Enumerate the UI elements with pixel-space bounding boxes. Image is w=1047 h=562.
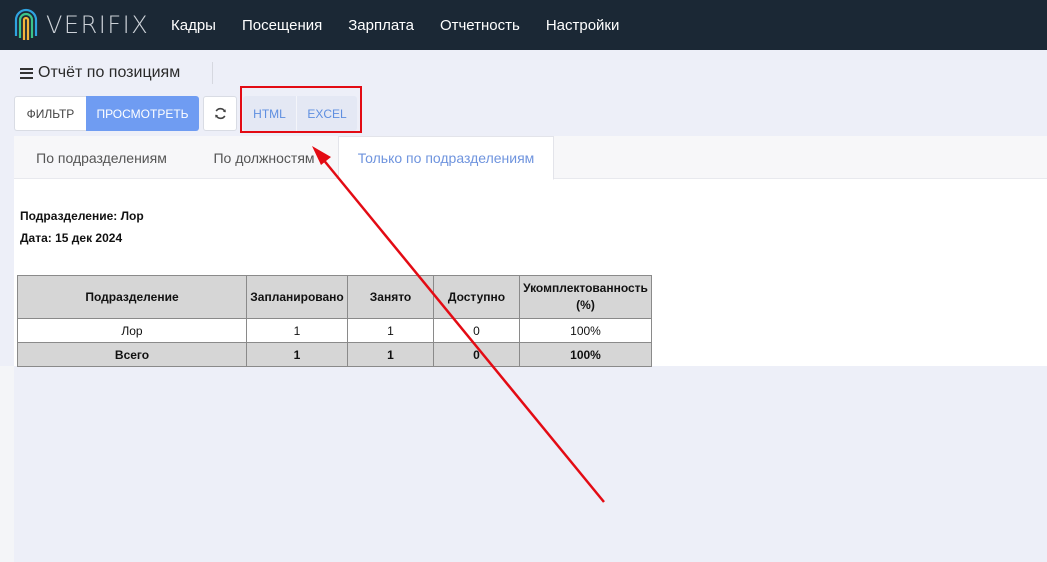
left-gutter xyxy=(0,366,14,562)
report-table: Подразделение Запланировано Занято Досту… xyxy=(17,275,652,367)
brand-logo[interactable]: VERIFIX xyxy=(12,6,149,44)
nav-item-attendance[interactable]: Посещения xyxy=(229,17,335,34)
filter-button[interactable]: ФИЛЬТР xyxy=(14,96,86,131)
table-cell: Всего xyxy=(17,342,247,367)
table-cell: 100% xyxy=(519,342,652,367)
table-cell: 1 xyxy=(246,342,348,367)
action-button-group: ФИЛЬТР ПРОСМОТРЕТЬ xyxy=(14,96,199,131)
top-navbar: VERIFIX Кадры Посещения Зарплата Отчетно… xyxy=(0,0,1047,50)
page-title-group: Отчёт по позициям xyxy=(20,64,180,82)
tab-by-divisions[interactable]: По подразделениям xyxy=(14,136,189,179)
report-content: По подразделениям По должностям Только п… xyxy=(14,136,1047,367)
page-title: Отчёт по позициям xyxy=(38,64,181,81)
brand-name: VERIFIX xyxy=(46,11,150,39)
report-tabs: По подразделениям По должностям Только п… xyxy=(14,136,1047,180)
table-cell: 1 xyxy=(347,342,434,367)
table-cell: 1 xyxy=(347,318,434,343)
refresh-button[interactable] xyxy=(203,96,237,131)
annotation-highlight-box xyxy=(240,86,362,133)
nav-item-reports[interactable]: Отчетность xyxy=(427,17,533,34)
main-nav: Кадры Посещения Зарплата Отчетность Наст… xyxy=(158,0,632,50)
fingerprint-logo-icon xyxy=(14,8,38,40)
column-header: Занято xyxy=(347,275,434,319)
report-date-line: Дата: 15 дек 2024 xyxy=(20,231,123,245)
nav-item-hr[interactable]: Кадры xyxy=(158,17,229,34)
view-button[interactable]: ПРОСМОТРЕТЬ xyxy=(86,96,199,131)
report-division-line: Подразделение: Лор xyxy=(20,209,144,223)
column-header: Укомплектованность (%) xyxy=(519,275,652,319)
table-cell: 0 xyxy=(433,342,520,367)
column-header: Подразделение xyxy=(17,275,247,319)
refresh-icon xyxy=(214,107,226,120)
tab-only-divisions[interactable]: Только по подразделениям xyxy=(338,136,554,180)
column-header: Запланировано xyxy=(246,275,348,319)
table-row: Лор 1 1 0 100% xyxy=(17,318,652,343)
table-cell: Лор xyxy=(17,318,247,343)
table-cell: 1 xyxy=(246,318,348,343)
table-cell: 0 xyxy=(433,318,520,343)
table-header-row: Подразделение Запланировано Занято Досту… xyxy=(17,275,652,319)
table-total-row: Всего 1 1 0 100% xyxy=(17,342,652,367)
tab-by-positions[interactable]: По должностям xyxy=(189,136,339,179)
page-header: Отчёт по позициям ФИЛЬТР ПРОСМОТРЕТЬ HTM… xyxy=(0,50,1047,136)
nav-item-settings[interactable]: Настройки xyxy=(533,17,633,34)
table-cell: 100% xyxy=(519,318,652,343)
hamburger-menu-icon[interactable] xyxy=(20,67,33,79)
nav-item-salary[interactable]: Зарплата xyxy=(335,17,427,34)
title-divider xyxy=(212,62,213,84)
column-header: Доступно xyxy=(433,275,520,319)
